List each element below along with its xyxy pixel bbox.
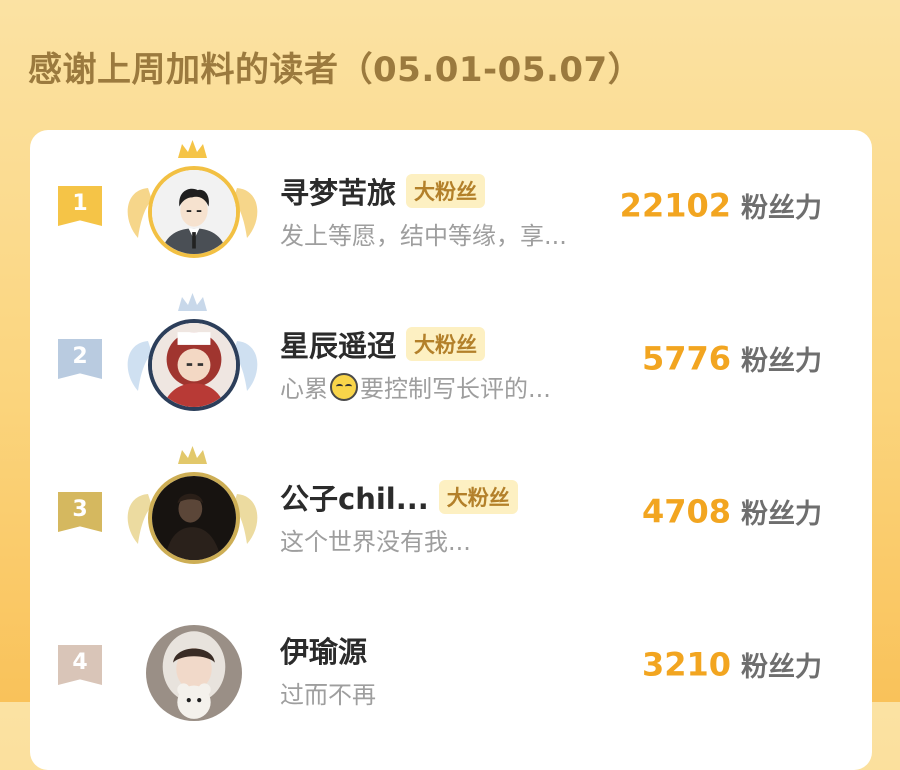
avatar[interactable] [148,472,240,564]
fan-level-badge: 大粉丝 [406,327,486,361]
list-item[interactable]: 2 星辰遥迢 大粉丝 心累 要控制写长评的... 5776 粉丝力 [30,283,872,435]
fan-power-value: 4708 [641,492,731,531]
avatar[interactable] [146,625,242,721]
reader-message: 这个世界没有我... [280,528,471,556]
rank-badge: 4 [58,645,102,685]
reader-message: 过而不再 [280,681,376,709]
rank-badge: 3 [58,492,102,532]
sweat-emoji-icon [330,373,358,401]
fan-power-value: 5776 [641,339,731,378]
reader-name[interactable]: 伊瑜源 [280,635,367,669]
avatar-frame [120,291,265,426]
fan-power: 5776 粉丝力 [642,339,822,378]
reader-name[interactable]: 星辰遥迢 [280,329,396,363]
avatar-frame [120,597,265,732]
avatar-frame [120,444,265,579]
fan-power: 22102 粉丝力 [620,186,822,225]
fan-power-unit: 粉丝力 [741,346,822,377]
fan-power-unit: 粉丝力 [741,652,822,683]
ranking-card: 1 寻梦苦旅 大粉丝 发上等愿，结中等缘，享... 22102 粉丝力 2 星辰… [30,130,872,770]
fan-power-value: 22102 [619,186,731,225]
fan-level-badge: 大粉丝 [438,480,518,514]
reader-name[interactable]: 公子chil... [280,482,429,516]
avatar[interactable] [148,166,240,258]
reader-message-text: 心累 [280,375,328,403]
reader-message-text: 要控制写长评的... [360,375,551,403]
list-item[interactable]: 3 公子chil... 大粉丝 这个世界没有我... 4708 粉丝力 [30,436,872,588]
rank-badge: 2 [58,339,102,379]
fan-level-badge: 大粉丝 [406,174,486,208]
reader-message: 发上等愿，结中等缘，享... [280,222,567,250]
list-item[interactable]: 4 伊瑜源 过而不再 3210 粉丝力 [30,589,872,741]
reader-name[interactable]: 寻梦苦旅 [280,176,396,210]
rank-badge: 1 [58,186,102,226]
list-item[interactable]: 1 寻梦苦旅 大粉丝 发上等愿，结中等缘，享... 22102 粉丝力 [30,130,872,282]
fan-power-unit: 粉丝力 [741,193,822,224]
fan-power: 3210 粉丝力 [642,645,822,684]
fan-power: 4708 粉丝力 [642,492,822,531]
reader-message: 心累 要控制写长评的... [280,369,551,404]
fan-power-value: 3210 [641,645,731,684]
avatar[interactable] [148,319,240,411]
fan-power-unit: 粉丝力 [741,499,822,530]
page-title: 感谢上周加料的读者（05.01-05.07） [28,50,643,90]
avatar-frame [120,138,265,273]
